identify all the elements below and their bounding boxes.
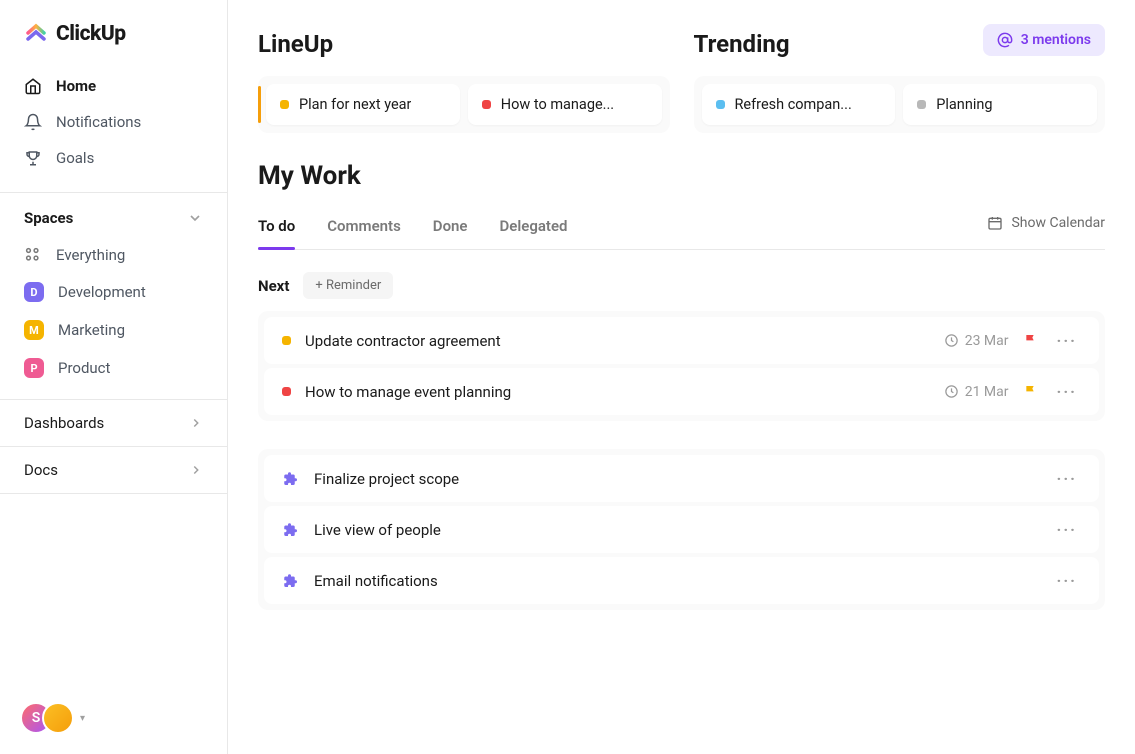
primary-nav: Home Notifications Goals (0, 64, 227, 180)
more-icon[interactable]: ··· (1053, 382, 1081, 401)
at-icon (997, 32, 1013, 48)
next-label: Next (258, 277, 289, 295)
trending-card[interactable]: Refresh compan... (702, 84, 896, 125)
show-calendar-label: Show Calendar (1011, 215, 1105, 231)
tab-done[interactable]: Done (433, 205, 468, 249)
space-marketing-label: Marketing (58, 321, 125, 339)
show-calendar-button[interactable]: Show Calendar (987, 215, 1105, 239)
everything-icon (24, 246, 42, 264)
home-icon (24, 77, 42, 95)
status-dot (280, 100, 289, 109)
space-everything[interactable]: Everything (0, 237, 227, 273)
trophy-icon (24, 149, 42, 167)
puzzle-icon (282, 572, 300, 590)
task-group-undated: Finalize project scope ··· Live view of … (258, 449, 1105, 610)
more-icon[interactable]: ··· (1053, 520, 1081, 539)
nav-notifications-label: Notifications (56, 113, 141, 131)
more-icon[interactable]: ··· (1053, 571, 1081, 590)
dashboards-label: Dashboards (24, 414, 104, 432)
mywork-title: My Work (258, 161, 1105, 191)
space-product-label: Product (58, 359, 110, 377)
chevron-right-icon (189, 416, 203, 430)
nav-goals-label: Goals (56, 149, 94, 167)
task-row[interactable]: How to manage event planning 21 Mar ··· (264, 368, 1099, 415)
mywork-tabs: To do Comments Done Delegated Show Calen… (258, 205, 1105, 250)
space-everything-label: Everything (56, 246, 125, 264)
status-dot (917, 100, 926, 109)
tab-comments[interactable]: Comments (327, 205, 401, 249)
space-product[interactable]: P Product (0, 349, 227, 387)
status-dot (716, 100, 725, 109)
nav-home-label: Home (56, 77, 96, 95)
status-dot (482, 100, 491, 109)
status-dot (282, 387, 291, 396)
calendar-icon (987, 215, 1003, 231)
avatar-secondary (42, 702, 74, 734)
trending-card-label: Refresh compan... (735, 96, 852, 113)
space-icon-p: P (24, 358, 44, 378)
dashboards-section[interactable]: Dashboards (0, 399, 227, 446)
docs-label: Docs (24, 461, 58, 479)
mentions-badge[interactable]: 3 mentions (983, 24, 1105, 56)
space-marketing[interactable]: M Marketing (0, 311, 227, 349)
user-avatars[interactable]: S ▾ (20, 702, 85, 734)
task-title: How to manage event planning (305, 383, 930, 401)
task-title: Finalize project scope (314, 470, 1039, 488)
task-row[interactable]: Email notifications ··· (264, 557, 1099, 604)
space-icon-d: D (24, 282, 44, 302)
lineup-card[interactable]: Plan for next year (266, 84, 460, 125)
chevron-right-icon (189, 463, 203, 477)
more-icon[interactable]: ··· (1053, 331, 1081, 350)
brand-logo[interactable]: ClickUp (0, 0, 227, 64)
bell-icon (24, 113, 42, 131)
task-date: 21 Mar (944, 384, 1009, 400)
docs-section[interactable]: Docs (0, 446, 227, 494)
brand-name: ClickUp (56, 22, 126, 46)
lineup-card[interactable]: How to manage... (468, 84, 662, 125)
mentions-label: 3 mentions (1021, 32, 1091, 48)
chevron-down-icon (187, 210, 203, 226)
lineup-card-label: Plan for next year (299, 96, 411, 113)
flag-icon[interactable] (1023, 333, 1039, 349)
task-row[interactable]: Finalize project scope ··· (264, 455, 1099, 502)
lineup-section: LineUp Plan for next year How to manage.… (258, 30, 670, 133)
task-group-dated: Update contractor agreement 23 Mar ··· H… (258, 311, 1105, 421)
nav-home[interactable]: Home (14, 68, 213, 104)
clickup-logo-icon (24, 22, 48, 46)
puzzle-icon (282, 521, 300, 539)
lineup-card-label: How to manage... (501, 96, 614, 113)
task-title: Update contractor agreement (305, 332, 930, 350)
nav-goals[interactable]: Goals (14, 140, 213, 176)
spaces-header[interactable]: Spaces (0, 192, 227, 237)
clock-icon (944, 384, 959, 399)
clock-icon (944, 333, 959, 348)
tab-todo[interactable]: To do (258, 205, 295, 249)
lineup-title: LineUp (258, 30, 670, 58)
task-row[interactable]: Live view of people ··· (264, 506, 1099, 553)
task-title: Email notifications (314, 572, 1039, 590)
puzzle-icon (282, 470, 300, 488)
more-icon[interactable]: ··· (1053, 469, 1081, 488)
space-development-label: Development (58, 283, 146, 301)
trending-card[interactable]: Planning (903, 84, 1097, 125)
task-title: Live view of people (314, 521, 1039, 539)
space-icon-m: M (24, 320, 44, 340)
task-row[interactable]: Update contractor agreement 23 Mar ··· (264, 317, 1099, 364)
sidebar: ClickUp Home Notifications Goals Spaces … (0, 0, 228, 754)
main-content: 3 mentions LineUp Plan for next year How… (228, 0, 1135, 754)
spaces-header-label: Spaces (24, 209, 73, 227)
nav-notifications[interactable]: Notifications (14, 104, 213, 140)
space-development[interactable]: D Development (0, 273, 227, 311)
trending-card-label: Planning (936, 96, 992, 113)
tab-delegated[interactable]: Delegated (500, 205, 568, 249)
status-dot (282, 336, 291, 345)
caret-down-icon: ▾ (80, 713, 85, 724)
flag-icon[interactable] (1023, 384, 1039, 400)
task-date: 23 Mar (944, 333, 1009, 349)
add-reminder-button[interactable]: + Reminder (303, 272, 393, 299)
